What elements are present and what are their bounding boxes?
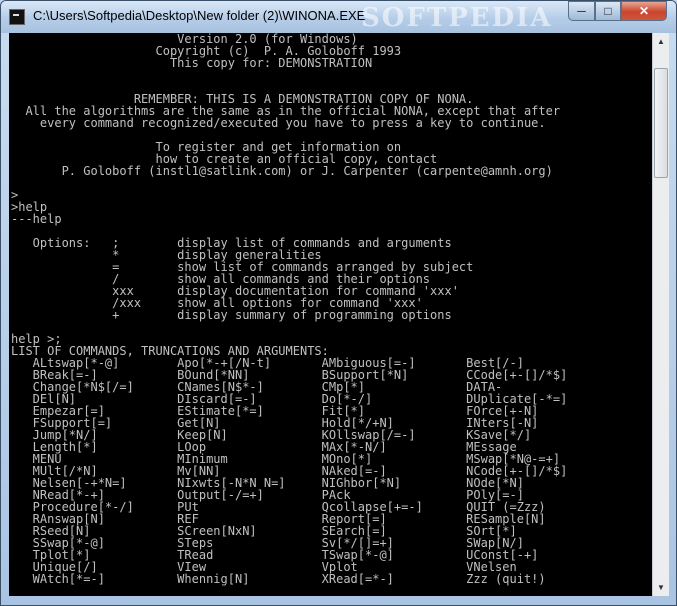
title-bar[interactable]: C:\Users\Softpedia\Desktop\New folder (2… — [1, 1, 676, 33]
window-title: C:\Users\Softpedia\Desktop\New folder (2… — [33, 8, 366, 23]
console-line: + display summary of programming options — [11, 308, 452, 322]
minimize-button[interactable]: ─ — [568, 1, 595, 21]
console-line: P. Goloboff (instl1@satlink.com) or J. C… — [11, 164, 553, 178]
console-line: every command recognized/executed you ha… — [11, 116, 546, 130]
console-line: This copy for: DEMONSTRATION — [11, 56, 373, 70]
vertical-scrollbar[interactable]: ▲ ▼ — [652, 33, 669, 596]
scroll-down-arrow-icon[interactable]: ▼ — [653, 579, 669, 596]
console-text: Version 2.0 (for Windows) Copyright (c) … — [11, 33, 567, 585]
console-line: ---help — [11, 212, 62, 226]
console-line: WAtch[*=-] Whennig[N] XRead[=*-] Zzz (qu… — [11, 572, 546, 586]
maximize-button[interactable]: □ — [595, 1, 621, 21]
console-window: C:\Users\Softpedia\Desktop\New folder (2… — [0, 0, 677, 606]
watermark: SOFTPEDIA — [361, 3, 553, 33]
scroll-up-arrow-icon[interactable]: ▲ — [653, 33, 669, 50]
console-output[interactable]: Version 2.0 (for Windows) Copyright (c) … — [9, 33, 652, 596]
scroll-thumb[interactable] — [654, 68, 668, 178]
console-icon[interactable] — [9, 9, 25, 25]
close-button[interactable]: ✕ — [621, 1, 667, 21]
